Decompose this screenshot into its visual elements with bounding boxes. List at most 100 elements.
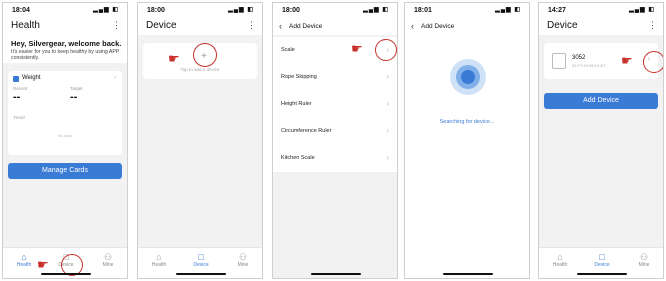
status-bar: 14:27 ▂▄▆ ◧ bbox=[539, 3, 663, 17]
status-bar: 18:00 ▂▄▆ ◧ bbox=[138, 3, 262, 17]
signal-icon: ▂▄▆ ◧ bbox=[495, 7, 521, 13]
highlight-circle bbox=[193, 43, 217, 67]
highlight-circle bbox=[375, 39, 397, 61]
status-bar: 18:00 ▂▄▆ ◧ bbox=[273, 3, 397, 17]
status-bar: 18:04 ▂▄▆ ◧ bbox=[3, 3, 127, 17]
greeting-section: Hey, Silvergear, welcome back. It's easi… bbox=[3, 35, 127, 63]
signal-icon: ▂▄▆ ◧ bbox=[629, 7, 655, 13]
status-time: 18:01 bbox=[414, 7, 432, 14]
tab-label: Health bbox=[151, 262, 167, 268]
pointing-hand-icon: ☛ bbox=[351, 41, 363, 56]
page-title: Add Device bbox=[421, 23, 455, 30]
device-card[interactable]: 3052 01:F7:42:93:D1:E7 › bbox=[544, 43, 658, 79]
home-indicator bbox=[443, 273, 493, 275]
home-icon: ⌂ bbox=[21, 252, 27, 262]
tab-health[interactable]: ⌂ Health bbox=[144, 252, 174, 268]
tab-label: Device bbox=[193, 262, 209, 268]
nav-bar: ‹ Add Device bbox=[273, 17, 397, 35]
list-item-height-ruler[interactable]: Height Ruler › bbox=[273, 91, 397, 119]
chevron-right-icon: › bbox=[386, 153, 389, 162]
home-indicator bbox=[577, 273, 627, 275]
nav-bar: Health ⋮ bbox=[3, 17, 127, 35]
chevron-right-icon: › bbox=[386, 99, 389, 108]
add-device-hint: Tap to add a device bbox=[180, 67, 220, 72]
list-item-kitchen-scale[interactable]: Kitchen Scale › bbox=[273, 145, 397, 173]
scale-icon bbox=[13, 76, 19, 82]
device-name: 3052 bbox=[572, 55, 586, 61]
status-time: 18:04 bbox=[12, 7, 30, 14]
searching-text: Searching for device... bbox=[439, 119, 495, 125]
home-icon: ⌂ bbox=[557, 252, 563, 262]
target-value: -- bbox=[70, 91, 78, 103]
person-icon: ⚇ bbox=[238, 252, 248, 262]
no-data-text: No data bbox=[57, 133, 72, 138]
page-title: Device bbox=[547, 20, 578, 31]
more-icon[interactable]: ⋮ bbox=[112, 20, 121, 31]
screen-add-device-list: 18:00 ▂▄▆ ◧ ‹ Add Device Scale › Rope Sk… bbox=[272, 2, 398, 279]
status-time: 14:27 bbox=[548, 7, 566, 14]
tab-label: Mine bbox=[638, 262, 650, 268]
page-title: Device bbox=[146, 20, 177, 31]
pointing-hand-icon: ☛ bbox=[621, 53, 633, 68]
home-indicator bbox=[176, 273, 226, 275]
home-indicator bbox=[41, 273, 91, 275]
list-item-label: Kitchen Scale bbox=[281, 155, 315, 161]
tab-health[interactable]: ⌂ Health bbox=[545, 252, 575, 268]
more-icon[interactable]: ⋮ bbox=[247, 20, 256, 31]
tab-mine[interactable]: ⚇ Mine bbox=[629, 252, 659, 268]
nav-bar: Device ⋮ bbox=[539, 17, 663, 35]
tab-label: Health bbox=[16, 262, 32, 268]
screen-device-empty: 18:00 ▂▄▆ ◧ Device ⋮ + Tap to add a devi… bbox=[137, 2, 263, 279]
page-title: Add Device bbox=[289, 23, 323, 30]
tab-mine[interactable]: ⚇ Mine bbox=[93, 252, 123, 268]
chevron-right-icon[interactable]: › bbox=[114, 75, 116, 81]
signal-icon: ▂▄▆ ◧ bbox=[228, 7, 254, 13]
screen-device-list: 14:27 ▂▄▆ ◧ Device ⋮ 3052 01:F7:42:93:D1… bbox=[538, 2, 664, 279]
pointing-hand-icon: ☛ bbox=[168, 51, 180, 66]
greeting-text: Hey, Silvergear, welcome back. bbox=[11, 39, 122, 48]
status-bar: 18:01 ▂▄▆ ◧ bbox=[405, 3, 529, 17]
trend-label: Trend bbox=[13, 115, 25, 120]
tab-health[interactable]: ⌂ Health bbox=[9, 252, 39, 268]
add-device-button[interactable]: Add Device bbox=[544, 93, 658, 109]
scale-icon bbox=[552, 53, 566, 69]
list-item-label: Height Ruler bbox=[281, 101, 312, 107]
screen-searching: 18:01 ▂▄▆ ◧ ‹ Add Device Searching for d… bbox=[404, 2, 530, 279]
tab-label: Health bbox=[552, 262, 568, 268]
tab-device[interactable]: □ Device bbox=[587, 252, 617, 268]
back-chevron-icon[interactable]: ‹ bbox=[279, 21, 282, 31]
signal-icon: ▂▄▆ ◧ bbox=[363, 7, 389, 13]
status-time: 18:00 bbox=[282, 7, 300, 14]
pointing-hand-icon: ☛ bbox=[37, 257, 49, 272]
tab-mine[interactable]: ⚇ Mine bbox=[228, 252, 258, 268]
search-panel: Searching for device... bbox=[405, 35, 529, 278]
greeting-subtitle: It's easier for you to keep healthy by u… bbox=[11, 49, 120, 61]
recent-value: -- bbox=[13, 91, 21, 103]
tab-device[interactable]: □ Device bbox=[186, 252, 216, 268]
list-item-label: Circumference Ruler bbox=[281, 128, 332, 134]
device-icon: □ bbox=[198, 252, 204, 262]
weight-card-title: Weight bbox=[22, 75, 41, 81]
list-item-label: Rope Skipping bbox=[281, 74, 317, 80]
nav-bar: ‹ Add Device bbox=[405, 17, 529, 35]
list-item-label: Scale bbox=[281, 47, 295, 53]
radar-icon bbox=[461, 70, 475, 84]
page-title: Health bbox=[11, 20, 40, 31]
home-icon: ⌂ bbox=[156, 252, 162, 262]
highlight-circle bbox=[643, 51, 663, 73]
manage-cards-button[interactable]: Manage Cards bbox=[8, 163, 122, 179]
signal-icon: ▂▄▆ ◧ bbox=[93, 7, 119, 13]
more-icon[interactable]: ⋮ bbox=[648, 20, 657, 31]
list-item-circumference-ruler[interactable]: Circumference Ruler › bbox=[273, 118, 397, 146]
tab-label: Mine bbox=[102, 262, 114, 268]
nav-bar: Device ⋮ bbox=[138, 17, 262, 35]
weight-card[interactable]: Weight › Recent Target -- -- Trend No da… bbox=[8, 71, 122, 155]
device-id: 01:F7:42:93:D1:E7 bbox=[572, 63, 606, 68]
list-item-rope-skipping[interactable]: Rope Skipping › bbox=[273, 64, 397, 92]
tab-label: Device bbox=[594, 262, 610, 268]
back-chevron-icon[interactable]: ‹ bbox=[411, 21, 414, 31]
home-indicator bbox=[311, 273, 361, 275]
person-icon: ⚇ bbox=[639, 252, 649, 262]
status-time: 18:00 bbox=[147, 7, 165, 14]
screen-health: 18:04 ▂▄▆ ◧ Health ⋮ Hey, Silvergear, we… bbox=[2, 2, 128, 279]
